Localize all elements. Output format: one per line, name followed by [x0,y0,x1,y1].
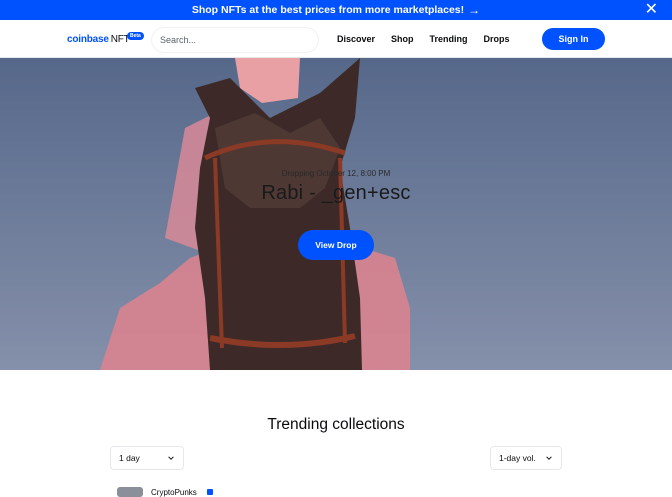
chevron-down-icon [546,456,552,460]
verified-badge-icon [207,489,213,495]
nav-links: Discover Shop Trending Drops [337,34,510,44]
search-input[interactable] [152,28,318,52]
collection-name[interactable]: CryptoPunks [151,488,197,497]
close-icon[interactable]: ✕ [645,2,658,18]
top-nav: coinbaseNFT Beta Discover Shop Trending … [0,20,672,58]
hero-drop: Dropping October 12, 8:00 PM Rabi - _gen… [0,58,672,370]
nav-trending[interactable]: Trending [430,34,468,44]
logo-text: coinbase [67,34,109,45]
trending-title: Trending collections [267,416,405,433]
time-filter-dropdown[interactable]: 1 day [110,446,184,470]
chevron-down-icon [168,456,174,460]
view-drop-button[interactable]: View Drop [298,230,374,260]
drop-date: Dropping October 12, 8:00 PM [281,169,391,178]
promo-banner-text[interactable]: Shop NFTs at the best prices from more m… [192,4,464,16]
sort-filter-dropdown[interactable]: 1-day vol. [490,446,562,470]
nav-shop[interactable]: Shop [391,34,414,44]
coinbase-nft-logo[interactable]: coinbase NFT [67,34,130,45]
time-filter-value: 1 day [119,453,140,463]
nav-drops[interactable]: Drops [484,34,510,44]
sort-filter-value: 1-day vol. [499,453,536,463]
sign-in-button[interactable]: Sign In [542,28,605,50]
beta-badge: Beta [127,32,144,40]
nav-discover[interactable]: Discover [337,34,375,44]
arrow-right-icon: → [468,3,481,17]
hero-image [0,58,672,370]
drop-title: Rabi - _gen+esc [261,182,411,204]
collection-thumbnail[interactable] [117,487,143,497]
promo-banner[interactable]: Shop NFTs at the best prices from more m… [0,0,672,20]
